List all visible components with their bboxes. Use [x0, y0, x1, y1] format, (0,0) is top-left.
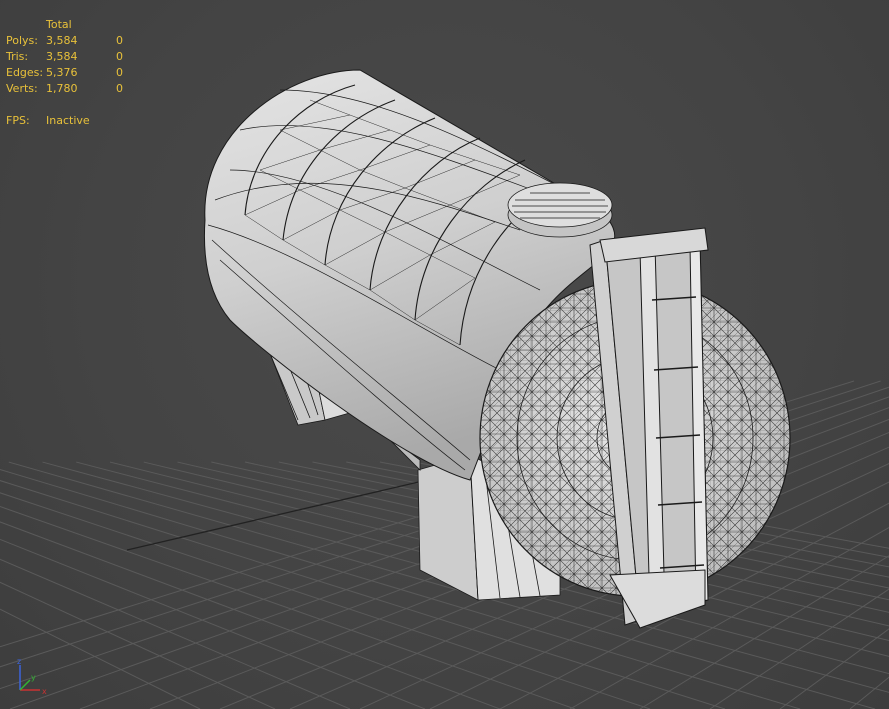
stats-selected-value: 0 — [116, 50, 123, 63]
viewport-scene[interactable]: z x y — [0, 0, 889, 709]
stats-label: Edges: — [6, 66, 44, 79]
stats-label: Polys: — [6, 34, 38, 47]
svg-text:y: y — [31, 673, 36, 682]
svg-text:z: z — [17, 657, 21, 666]
perspective-viewport[interactable]: z x y Total Polys: 3,584 0 Tris: 3,584 0… — [0, 0, 889, 709]
grid-line — [0, 538, 426, 709]
stats-total-value: 5,376 — [46, 66, 78, 79]
stats-selected-value: 0 — [116, 82, 123, 95]
stats-label: Verts: — [6, 82, 38, 95]
axis-tripod-icon: z x y — [17, 657, 47, 696]
fps-label: FPS: — [6, 114, 30, 127]
fps-value: Inactive — [46, 114, 90, 127]
stats-selected-value: 0 — [116, 66, 123, 79]
stats-total-header: Total — [46, 18, 72, 31]
stats-selected-value: 0 — [116, 34, 123, 47]
stats-total-value: 1,780 — [46, 82, 78, 95]
stats-total-value: 3,584 — [46, 34, 78, 47]
stats-total-value: 3,584 — [46, 50, 78, 63]
stats-label: Tris: — [6, 50, 29, 63]
svg-text:x: x — [42, 687, 47, 696]
manhole-cover[interactable] — [507, 182, 613, 238]
